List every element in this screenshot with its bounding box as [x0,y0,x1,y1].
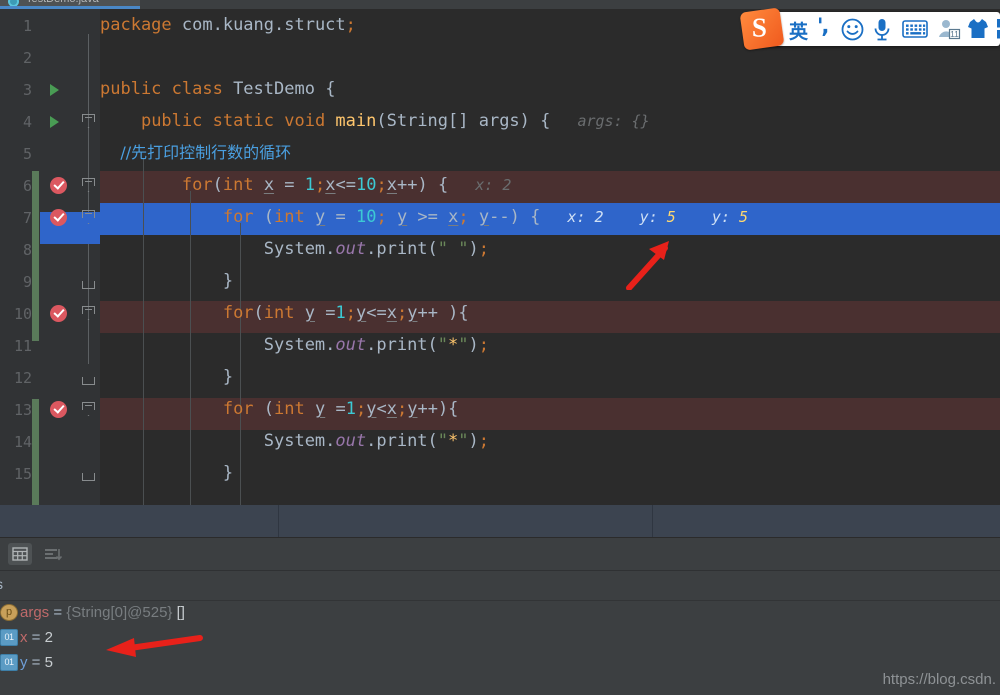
gutter-line-5: 5 [0,137,100,169]
gutter-line-1: 1 [0,9,100,41]
variable-row-args[interactable]: p args = {String[0]@525} [] [0,600,1000,625]
code-line-7: for (int y = 10; y >= x; y--) { x: 2 y: … [222,207,749,227]
variable-args-text: args = {String[0]@525} [] [20,604,185,621]
variable-x-text: x = 2 [20,629,53,646]
panel-splitter-band[interactable] [0,505,1000,538]
line-number: 9 [22,273,32,291]
gutter-line-15: 15 [0,457,100,489]
annotation-arrow-to-hints [626,241,669,290]
editor-tab-testdemo[interactable]: TestDemo.java [0,0,140,9]
fold-end-icon[interactable] [82,373,97,385]
line-number: 8 [22,241,32,259]
gutter-line-12: 12 [0,361,100,393]
gutter-line-4: 4 [0,105,100,137]
code-text-area[interactable]: package com.kuang.struct; public class T… [100,9,1000,505]
line-number: 10 [13,305,32,323]
editor-tab-label: TestDemo.java [26,0,99,5]
gutter-line-14: 14 [0,425,100,457]
gutter-line-13: 13 [0,393,100,425]
soft-keyboard-icon[interactable] [902,20,928,38]
debugger-toolbar [0,538,1000,571]
splitter-separator [652,505,653,538]
code-editor[interactable]: TestDemo.java 1 2 3 4 5 6 7 [0,0,1000,505]
code-line-4: public static void main(String[] args) {… [140,111,650,131]
table-view-icon[interactable] [8,543,32,565]
gutter-line-11: 11 [0,329,100,361]
fold-end-icon[interactable] [82,277,97,289]
sort-values-icon[interactable] [40,543,64,565]
primitive-value-icon: 01 [0,629,18,646]
code-line-10: for(int y =1;y<=x;y++ ){ [222,303,469,323]
toolbox-icon[interactable] [996,18,1000,40]
breakpoint-icon[interactable] [50,401,67,418]
code-line-8: System.out.print(" "); [100,239,489,259]
breakpoint-icon[interactable] [50,305,67,322]
code-line-9: } [100,271,234,291]
user-dict-icon[interactable]: 11 [937,18,961,40]
gutter-line-3: 3 [0,73,100,105]
run-method-icon[interactable] [50,116,59,128]
fold-collapse-icon[interactable] [82,114,97,127]
breakpoint-icon[interactable] [50,209,67,226]
primitive-value-icon: 01 [0,654,18,671]
line-number: 15 [13,465,32,483]
code-line-13: for (int y =1;y<x;y++){ [222,399,459,419]
editor-gutter[interactable]: 1 2 3 4 5 6 7 8 9 10 11 12 13 14 15 [0,9,100,505]
breakpoint-icon[interactable] [50,177,67,194]
editor-tab-strip: TestDemo.java [0,0,1000,9]
code-line-5: // //先打印控制行数的循环先打印控制行数的循环 [100,143,292,162]
fold-collapse-icon[interactable] [82,402,97,415]
annotation-arrow-to-variable-x [106,635,203,657]
run-class-icon[interactable] [50,84,59,96]
line-number: 2 [22,49,32,67]
line-number: 4 [22,113,32,131]
line-number: 3 [22,81,32,99]
debugger-variables-panel[interactable]: s p args = {String[0]@525} [] 01 x = 2 0… [0,538,1000,695]
code-line-6: for(int x = 1;x<=10;x++) { x: 2 [181,175,512,195]
skin-icon[interactable] [967,17,989,41]
sogou-ime-toolbar[interactable]: S 英 ', 11 [739,7,1000,51]
sogou-logo-icon[interactable]: S [739,7,785,51]
line-number: 12 [13,369,32,387]
line-number: 11 [13,337,32,355]
variable-y-text: y = 5 [20,654,53,671]
frame-header-text: s [0,576,3,592]
line-number: 14 [13,433,32,451]
gutter-line-2: 2 [0,41,100,73]
svg-text:11: 11 [950,29,959,39]
gutter-line-7: 7 [0,201,100,244]
fold-collapse-icon[interactable] [82,178,97,191]
line-number: 7 [22,209,32,227]
gutter-line-9: 9 [0,265,100,297]
code-line-12: } [100,367,234,387]
line-number: 5 [22,145,32,163]
watermark-text: https://blog.csdn. [882,671,996,688]
fold-collapse-icon[interactable] [82,210,97,223]
emoji-icon[interactable] [841,18,864,41]
fold-collapse-icon[interactable] [82,306,97,319]
code-line-11: System.out.print("*"); [100,335,490,355]
splitter-separator [278,505,279,538]
gutter-line-10: 10 [0,297,100,329]
fold-end-icon[interactable] [82,469,97,481]
line-number: 13 [13,401,32,419]
voice-input-icon[interactable] [872,17,892,42]
parameter-icon: p [0,604,18,621]
gutter-line-8: 8 [0,233,100,265]
code-line-15: } [100,463,234,483]
punctuation-icon[interactable]: ', [817,14,830,38]
line-number: 1 [22,17,32,35]
debugger-frame-header: s [0,570,1000,601]
language-mode-icon[interactable]: 英 [789,17,808,44]
code-line-14: System.out.print("*"); [100,431,490,451]
line-number: 6 [22,177,32,195]
code-line-3: public class TestDemo { [100,79,336,99]
gutter-line-6: 6 [0,169,100,201]
